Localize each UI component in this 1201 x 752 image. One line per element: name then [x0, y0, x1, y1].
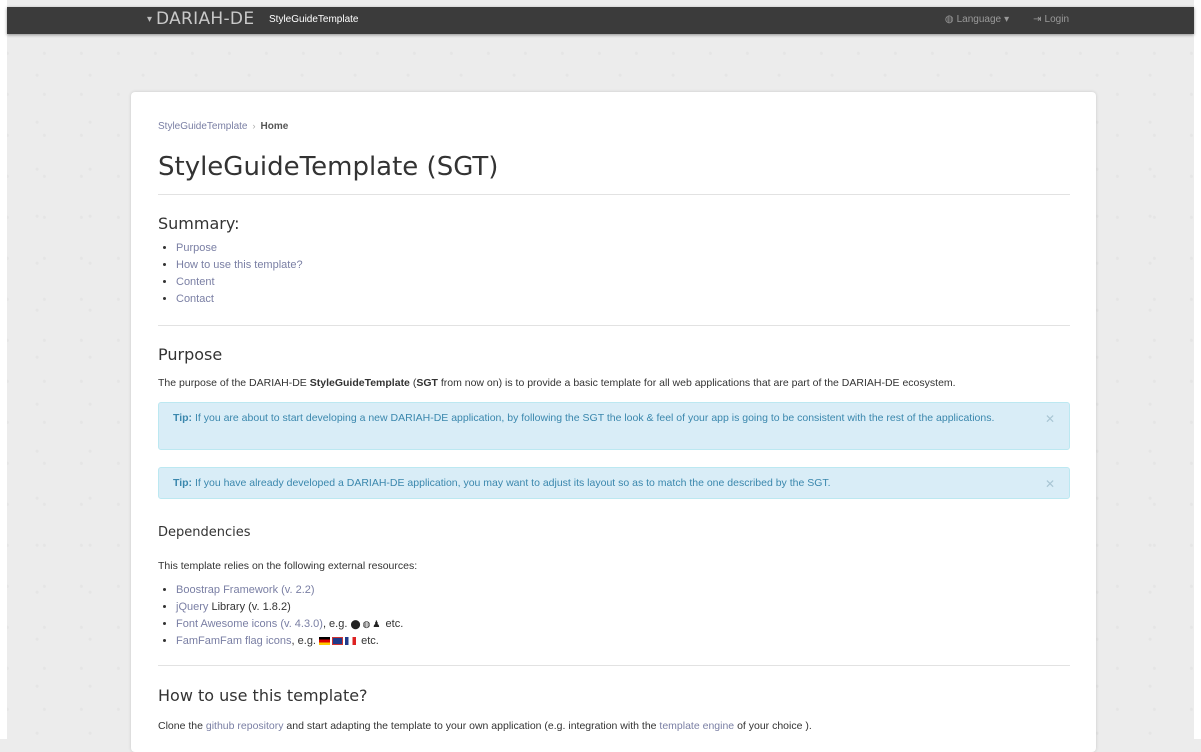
how-to-text-part: of your choice ).	[734, 720, 812, 732]
frame-border-left	[0, 0, 7, 739]
purpose-text-part: The purpose of the DARIAH-DE	[158, 377, 310, 389]
how-to-text-part: and start adapting the template to your …	[283, 720, 660, 732]
breadcrumb-separator: ›	[252, 121, 256, 131]
list-item: jQuery Library (v. 1.8.2)	[176, 599, 403, 616]
summary-list: Purpose How to use this template? Conten…	[158, 240, 303, 308]
navbar-right: ◍ Language ▾ ⇥ Login	[945, 14, 1069, 25]
summary-link-how-to[interactable]: How to use this template?	[176, 259, 303, 271]
top-navbar: ▾ DARIAH-DE StyleGuideTemplate ◍ Languag…	[7, 7, 1194, 34]
purpose-text-bold: StyleGuideTemplate	[309, 377, 410, 389]
template-engine-link[interactable]: template engine	[659, 720, 734, 732]
summary-heading: Summary:	[158, 214, 240, 233]
bootstrap-link[interactable]: Boostrap Framework (v. 2.2)	[176, 584, 315, 596]
divider	[158, 194, 1070, 195]
list-item: Contact	[176, 291, 303, 308]
tip-body: If you have already developed a DARIAH-D…	[192, 477, 831, 489]
tip-alert: Tip: If you are about to start developin…	[158, 402, 1070, 450]
globe-icon: ◍	[944, 14, 954, 25]
breadcrumb: StyleGuideTemplate › Home	[158, 121, 288, 132]
close-icon[interactable]: ✕	[1045, 411, 1055, 428]
list-item: Purpose	[176, 240, 303, 257]
page-title: StyleGuideTemplate (SGT)	[158, 152, 499, 182]
summary-link-purpose[interactable]: Purpose	[176, 242, 217, 254]
purpose-heading: Purpose	[158, 345, 223, 364]
caret-down-icon: ▾	[147, 13, 153, 25]
brand-menu[interactable]: ▾ DARIAH-DE	[147, 9, 254, 29]
flag-fr-icon	[345, 637, 357, 645]
dependencies-heading: Dependencies	[158, 525, 251, 540]
dependencies-list: Boostrap Framework (v. 2.2) jQuery Libra…	[158, 582, 403, 650]
brand-logo: DARIAH-DE	[156, 9, 255, 29]
how-to-text: Clone the github repository and start ad…	[158, 720, 812, 732]
how-to-text-part: Clone the	[158, 720, 206, 732]
purpose-text-bold: SGT	[416, 377, 438, 389]
summary-link-contact[interactable]: Contact	[176, 293, 214, 305]
tip-body: If you are about to start developing a n…	[192, 412, 995, 424]
language-dropdown[interactable]: ◍ Language ▾	[945, 14, 1009, 25]
famfamfam-link[interactable]: FamFamFam flag icons	[176, 635, 292, 647]
list-item: Content	[176, 274, 303, 291]
dependency-detail: , e.g.	[291, 635, 320, 647]
user-icon: ♟	[372, 619, 381, 629]
login-label: Login	[1044, 14, 1069, 25]
github-repository-link[interactable]: github repository	[206, 720, 284, 732]
list-item: How to use this template?	[176, 257, 303, 274]
tip-label: Tip:	[173, 412, 193, 424]
summary-link-content[interactable]: Content	[176, 276, 215, 288]
exclamation-circle-icon: ⬤	[350, 619, 361, 629]
list-item: Font Awesome icons (v. 4.3.0), e.g. ⬤◍♟ …	[176, 616, 403, 633]
app-name-link[interactable]: StyleGuideTemplate	[269, 14, 359, 25]
dependency-detail: Library (v. 1.8.2)	[208, 601, 291, 613]
list-item: Boostrap Framework (v. 2.2)	[176, 582, 403, 599]
divider	[158, 665, 1070, 666]
breadcrumb-root-link[interactable]: StyleGuideTemplate	[158, 121, 248, 132]
list-item: FamFamFam flag icons, e.g. etc.	[176, 633, 403, 650]
divider	[158, 325, 1070, 326]
login-link[interactable]: ⇥ Login	[1033, 14, 1069, 25]
frame-border-right	[1194, 0, 1201, 739]
jquery-link[interactable]: jQuery	[176, 601, 208, 613]
tip-text: Tip: If you have already developed a DAR…	[173, 475, 1023, 492]
dependencies-intro: This template relies on the following ex…	[158, 560, 418, 572]
flag-de-icon	[319, 637, 331, 645]
content-card: StyleGuideTemplate › Home StyleGuideTempla…	[131, 92, 1096, 752]
close-icon[interactable]: ✕	[1045, 476, 1055, 493]
breadcrumb-current: Home	[260, 121, 289, 132]
how-to-heading: How to use this template?	[158, 686, 368, 705]
dependency-detail: , e.g.	[322, 618, 351, 630]
sign-in-icon: ⇥	[1033, 14, 1042, 25]
dependency-suffix: etc.	[382, 618, 404, 630]
flag-gb-icon	[332, 637, 344, 645]
tip-alert: Tip: If you have already developed a DAR…	[158, 467, 1070, 499]
caret-down-icon: ▾	[1004, 14, 1010, 25]
globe-icon: ◍	[362, 619, 371, 629]
font-awesome-link[interactable]: Font Awesome icons (v. 4.3.0)	[176, 618, 323, 630]
tip-text: Tip: If you are about to start developin…	[173, 410, 1023, 427]
language-label: Language	[956, 14, 1002, 25]
tip-label: Tip:	[173, 477, 193, 489]
dependency-suffix: etc.	[358, 635, 379, 647]
purpose-text-part: from now on) is to provide a basic templ…	[437, 377, 956, 389]
purpose-text: The purpose of the DARIAH-DE StyleGuideT…	[158, 377, 956, 389]
